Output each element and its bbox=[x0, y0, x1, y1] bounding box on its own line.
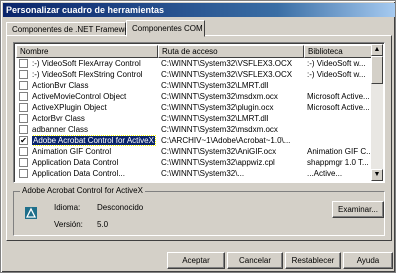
version-value: 5.0 bbox=[97, 220, 109, 229]
row-name: :-) VideoSoft FlexString Control bbox=[32, 69, 158, 80]
table-row[interactable]: Application Data Control C:\WINNT\System3… bbox=[16, 157, 373, 168]
row-checkbox[interactable] bbox=[19, 158, 28, 167]
row-name: Application Data Control... bbox=[32, 168, 158, 179]
row-name: :-) VideoSoft FlexArray Control bbox=[32, 58, 158, 69]
row-name: ActorBvr Class bbox=[32, 113, 158, 124]
version-label: Versión: bbox=[54, 220, 83, 229]
row-checkbox[interactable] bbox=[19, 92, 28, 101]
title-bar[interactable]: Personalizar cuadro de herramientas bbox=[3, 3, 395, 17]
row-name: Animation GIF Control bbox=[32, 146, 158, 157]
row-name-text: ActorBvr Class bbox=[32, 114, 85, 123]
row-library: shappmgr 1.0 T... bbox=[307, 158, 369, 167]
table-row[interactable]: adbanner Class C:\WINNT\System32\msdxm.oc… bbox=[16, 124, 373, 135]
help-button[interactable]: Ayuda bbox=[343, 252, 393, 269]
row-path: C:\WINNT\System32\msdxm.ocx bbox=[161, 125, 278, 134]
table-row[interactable]: :-) VideoSoft FlexArray Control C:\WINNT\… bbox=[16, 58, 373, 69]
row-name-text: Application Data Control... bbox=[32, 169, 125, 178]
ok-button[interactable]: Aceptar bbox=[167, 252, 225, 269]
row-name-text: Application Data Control bbox=[32, 158, 119, 167]
row-library: :-) VideoSoft w... bbox=[307, 59, 366, 68]
table-row[interactable]: ActorBvr Class C:\WINNT\System32\LMRT.dll bbox=[16, 113, 373, 124]
row-name: ActiveMovieControl Object bbox=[32, 91, 158, 102]
row-name-text: ActiveMovieControl Object bbox=[32, 92, 127, 101]
row-path: C:\WINNT\System32\LMRT.dll bbox=[161, 114, 269, 123]
table-row[interactable]: ✔ Adobe Acrobat Control for ActiveX C:\ARC… bbox=[16, 135, 373, 146]
row-path: C:\WINNT\System32\... bbox=[161, 169, 245, 178]
row-path: C:\WINNT\System32\VSFLEX3.OCX bbox=[161, 70, 293, 79]
row-name-text: :-) VideoSoft FlexString Control bbox=[32, 70, 143, 79]
browse-button[interactable]: Examinar... bbox=[332, 201, 384, 218]
vertical-scrollbar[interactable]: ▲ ▼ bbox=[371, 44, 383, 181]
component-details-group: Adobe Acrobat Control for ActiveX Idioma… bbox=[13, 186, 385, 236]
tab-net-framework-components[interactable]: Componentes de .NET Framework bbox=[6, 22, 135, 36]
row-path: C:\WINNT\System32\appwiz.cpl bbox=[161, 158, 275, 167]
row-name-text: Animation GIF Control bbox=[32, 147, 112, 156]
row-name-text: ActiveXPlugin Object bbox=[32, 103, 107, 112]
tab-com-components[interactable]: Componentes COM bbox=[126, 20, 205, 37]
list-rows: :-) VideoSoft FlexArray Control C:\WINNT\… bbox=[16, 58, 373, 179]
column-header-name[interactable]: Nombre bbox=[16, 45, 158, 58]
details-title: Adobe Acrobat Control for ActiveX bbox=[20, 186, 145, 196]
scroll-down-arrow-icon[interactable]: ▼ bbox=[371, 169, 383, 181]
row-name: Application Data Control bbox=[32, 157, 158, 168]
table-row[interactable]: :-) VideoSoft FlexString Control C:\WINNT… bbox=[16, 69, 373, 80]
language-value: Desconocido bbox=[97, 203, 144, 212]
window-title: Personalizar cuadro de herramientas bbox=[6, 5, 165, 15]
row-path: C:\WINNT\System32\AniGIF.ocx bbox=[161, 147, 277, 156]
row-path: C:\WINNT\System32\VSFLEX3.OCX bbox=[161, 59, 293, 68]
column-header-path[interactable]: Ruta de acceso bbox=[158, 45, 304, 58]
components-list[interactable]: Nombre Ruta de acceso Biblioteca :-) Vid… bbox=[13, 42, 385, 183]
table-row[interactable]: ActiveMovieControl Object C:\WINNT\System… bbox=[16, 91, 373, 102]
row-checkbox[interactable] bbox=[19, 114, 28, 123]
row-name: ActiveXPlugin Object bbox=[32, 102, 158, 113]
row-library: :-) VideoSoft w... bbox=[307, 70, 366, 79]
row-name-text: ActionBvr Class bbox=[32, 81, 89, 90]
row-path: C:\ARCHIV~1\Adobe\Acrobat~1.0\... bbox=[161, 136, 291, 145]
row-checkbox[interactable]: ✔ bbox=[19, 136, 28, 145]
row-checkbox[interactable] bbox=[19, 147, 28, 156]
table-row[interactable]: Animation GIF Control C:\WINNT\System32\A… bbox=[16, 146, 373, 157]
row-name: ActionBvr Class bbox=[32, 80, 158, 91]
row-checkbox[interactable] bbox=[19, 59, 28, 68]
row-name: Adobe Acrobat Control for ActiveX bbox=[32, 135, 158, 146]
table-row[interactable]: ActiveXPlugin Object C:\WINNT\System32\pl… bbox=[16, 102, 373, 113]
table-row[interactable]: Application Data Control... C:\WINNT\Syst… bbox=[16, 168, 373, 179]
row-name-text: Adobe Acrobat Control for ActiveX bbox=[32, 135, 156, 146]
list-header: Nombre Ruta de acceso Biblioteca bbox=[16, 45, 373, 58]
row-checkbox[interactable] bbox=[19, 70, 28, 79]
column-header-library[interactable]: Biblioteca bbox=[304, 45, 373, 58]
row-library: Microsoft Active... bbox=[307, 103, 370, 112]
row-library: Animation GIF C... bbox=[307, 147, 373, 156]
table-row[interactable]: ActionBvr Class C:\WINNT\System32\LMRT.dl… bbox=[16, 80, 373, 91]
scroll-thumb[interactable] bbox=[371, 56, 383, 84]
cancel-button[interactable]: Cancelar bbox=[227, 252, 283, 269]
row-checkbox[interactable] bbox=[19, 103, 28, 112]
row-path: C:\WINNT\System32\msdxm.ocx bbox=[161, 92, 278, 101]
row-checkbox[interactable] bbox=[19, 125, 28, 134]
row-name-text: :-) VideoSoft FlexArray Control bbox=[32, 59, 141, 68]
row-library: Microsoft Active... bbox=[307, 92, 370, 101]
row-name-text: adbanner Class bbox=[32, 125, 89, 134]
reset-button[interactable]: Restablecer bbox=[285, 252, 341, 269]
row-path: C:\WINNT\System32\LMRT.dll bbox=[161, 81, 269, 90]
scroll-up-arrow-icon[interactable]: ▲ bbox=[371, 44, 383, 56]
row-checkbox[interactable] bbox=[19, 169, 28, 178]
row-library: ...Active... bbox=[307, 169, 343, 178]
row-name: adbanner Class bbox=[32, 124, 158, 135]
acrobat-control-icon bbox=[25, 207, 37, 219]
customize-toolbox-dialog: Personalizar cuadro de herramientas Comp… bbox=[0, 0, 396, 273]
row-checkbox[interactable] bbox=[19, 81, 28, 90]
language-label: Idioma: bbox=[54, 203, 81, 212]
row-path: C:\WINNT\System32\plugin.ocx bbox=[161, 103, 274, 112]
tab-panel: Nombre Ruta de acceso Biblioteca :-) Vid… bbox=[6, 35, 392, 241]
